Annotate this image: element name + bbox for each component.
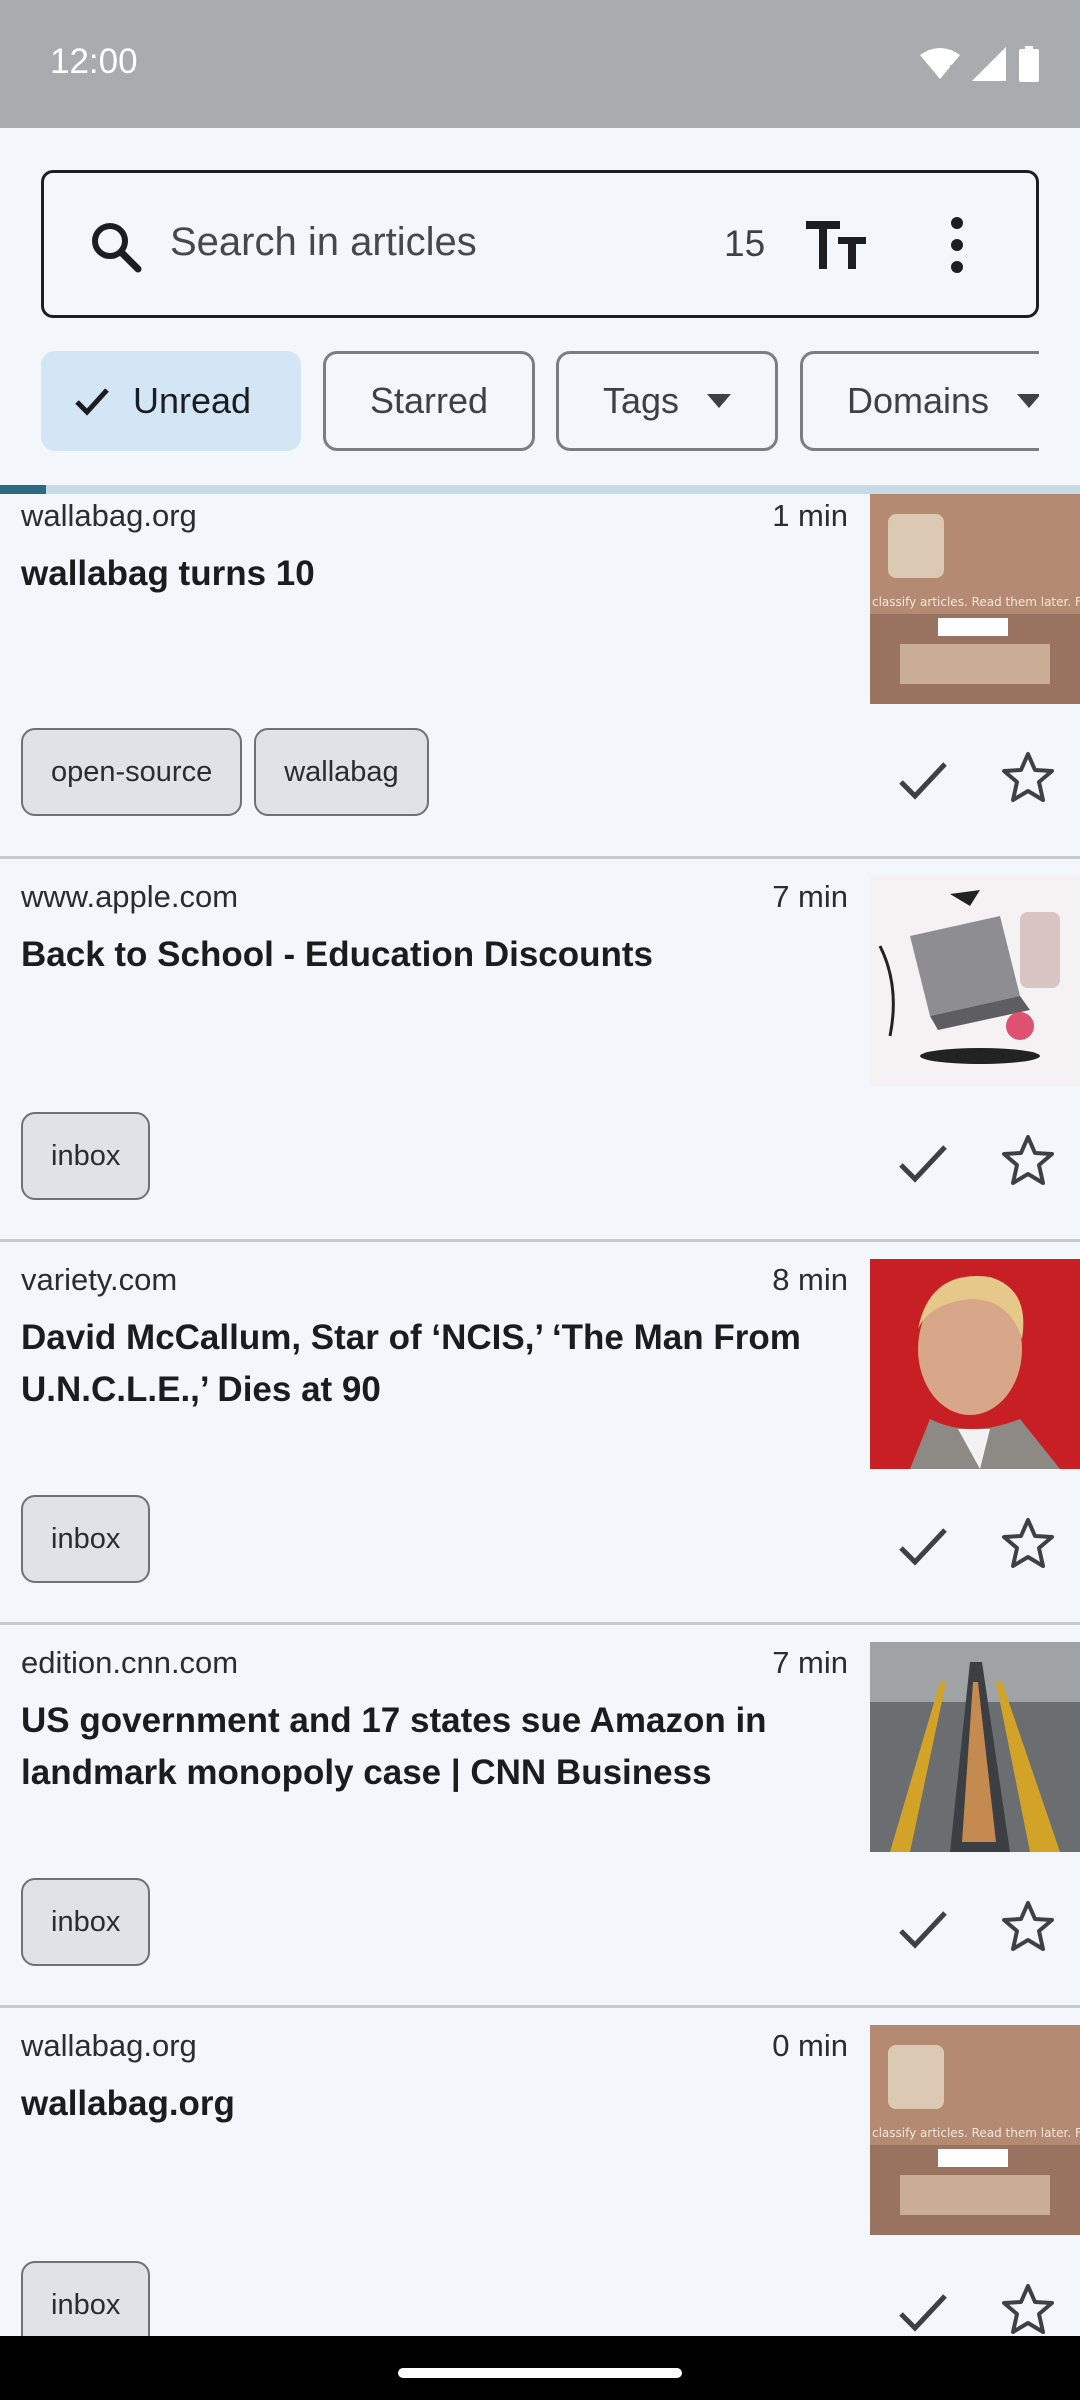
article-read-time: 8 min — [772, 1262, 848, 1297]
article-card[interactable]: edition.cnn.com 7 min US government and … — [0, 1622, 1080, 2005]
status-icons — [920, 44, 1040, 84]
article-domain: variety.com — [21, 1262, 178, 1297]
article-title[interactable]: David McCallum, Star of ‘NCIS,’ ‘The Man… — [21, 1312, 841, 1416]
filter-chip-tags[interactable]: Tags — [556, 351, 778, 451]
status-bar: 12:00 — [0, 0, 1080, 128]
filter-chip-label: Domains — [847, 380, 990, 421]
mark-read-icon[interactable] — [897, 1520, 949, 1572]
article-read-time: 1 min — [772, 498, 848, 533]
article-tags: inbox — [21, 2261, 151, 2336]
wifi-icon — [920, 48, 960, 81]
check-icon — [75, 388, 109, 416]
star-icon[interactable] — [1000, 1516, 1056, 1572]
apple-laptop-thumbnail[interactable] — [870, 876, 1080, 1086]
article-read-time: 0 min — [772, 2028, 848, 2063]
article-tags: inbox — [21, 1112, 151, 1200]
status-time: 12:00 — [50, 42, 138, 81]
filter-chip-label: Tags — [603, 380, 680, 421]
dropdown-arrow-icon — [707, 394, 732, 408]
svg-text:classify articles. Read them l: classify articles. Read them later. Free… — [872, 2126, 1080, 2140]
filter-chip-domains[interactable]: Domains — [800, 351, 1039, 451]
article-card[interactable]: wallabag.org 0 min wallabag.org classify… — [0, 2005, 1080, 2336]
search-bar[interactable]: Search in articles 15 — [41, 170, 1039, 318]
search-icon[interactable] — [88, 219, 144, 275]
loading-progress-fill — [0, 485, 46, 494]
tag-chip[interactable]: inbox — [21, 1878, 151, 1966]
text-size-icon[interactable] — [804, 217, 868, 273]
filter-chip-starred[interactable]: Starred — [323, 351, 535, 451]
article-domain: wallabag.org — [21, 2028, 197, 2063]
article-title[interactable]: Back to School - Education Discounts — [21, 929, 841, 981]
tag-chip[interactable]: inbox — [21, 1495, 151, 1583]
mark-read-icon[interactable] — [897, 1137, 949, 1189]
tag-chip[interactable]: open-source — [21, 728, 243, 816]
filter-chip-label: Unread — [133, 380, 252, 421]
portrait-thumbnail[interactable] — [870, 1259, 1080, 1469]
article-tags: inbox — [21, 1495, 151, 1583]
star-icon[interactable] — [1000, 1899, 1056, 1955]
article-tags: open-source wallabag — [21, 728, 429, 816]
article-read-time: 7 min — [772, 879, 848, 914]
article-title[interactable]: wallabag.org — [21, 2078, 841, 2130]
star-icon[interactable] — [1000, 2282, 1056, 2336]
article-list[interactable]: wallabag.org 1 min wallabag turns 10 cla… — [0, 494, 1080, 2336]
star-icon[interactable] — [1000, 750, 1056, 806]
tag-chip[interactable]: wallabag — [254, 728, 429, 816]
dropdown-arrow-icon — [1017, 394, 1039, 408]
article-tags: inbox — [21, 1878, 151, 1966]
article-domain: edition.cnn.com — [21, 1645, 239, 1680]
article-read-time: 7 min — [772, 1645, 848, 1680]
article-card[interactable]: www.apple.com 7 min Back to School - Edu… — [0, 856, 1080, 1239]
mark-read-icon[interactable] — [897, 2286, 949, 2336]
mark-read-icon[interactable] — [897, 1903, 949, 1955]
article-count: 15 — [724, 223, 766, 264]
tag-chip[interactable]: inbox — [21, 2261, 151, 2336]
filter-chip-label: Starred — [369, 380, 489, 421]
more-options-icon[interactable] — [944, 215, 970, 275]
filter-chip-unread[interactable]: Unread — [41, 351, 301, 451]
battery-icon — [1019, 46, 1039, 82]
article-title[interactable]: US government and 17 states sue Amazon i… — [21, 1695, 841, 1799]
article-title[interactable]: wallabag turns 10 — [21, 548, 841, 600]
signal-icon — [972, 47, 1006, 81]
mark-read-icon[interactable] — [897, 754, 949, 806]
warehouse-thumbnail[interactable] — [870, 1642, 1080, 1852]
wallabag-thumbnail[interactable]: classify articles. Read them later. Free… — [870, 494, 1080, 704]
tag-chip[interactable]: inbox — [21, 1112, 151, 1200]
search-input[interactable]: Search in articles — [170, 220, 477, 265]
svg-text:classify articles. Read them l: classify articles. Read them later. Free… — [872, 595, 1080, 609]
article-card[interactable]: wallabag.org 1 min wallabag turns 10 cla… — [0, 494, 1080, 877]
home-gesture-handle[interactable] — [398, 2368, 682, 2378]
loading-progress — [0, 485, 1080, 494]
article-domain: wallabag.org — [21, 498, 197, 533]
filter-chips: Unread Starred Tags Domains — [41, 351, 1039, 451]
article-card[interactable]: variety.com 8 min David McCallum, Star o… — [0, 1239, 1080, 1622]
wallabag-thumbnail[interactable]: classify articles. Read them later. Free… — [870, 2025, 1080, 2235]
star-icon[interactable] — [1000, 1133, 1056, 1189]
article-domain: www.apple.com — [21, 879, 239, 914]
